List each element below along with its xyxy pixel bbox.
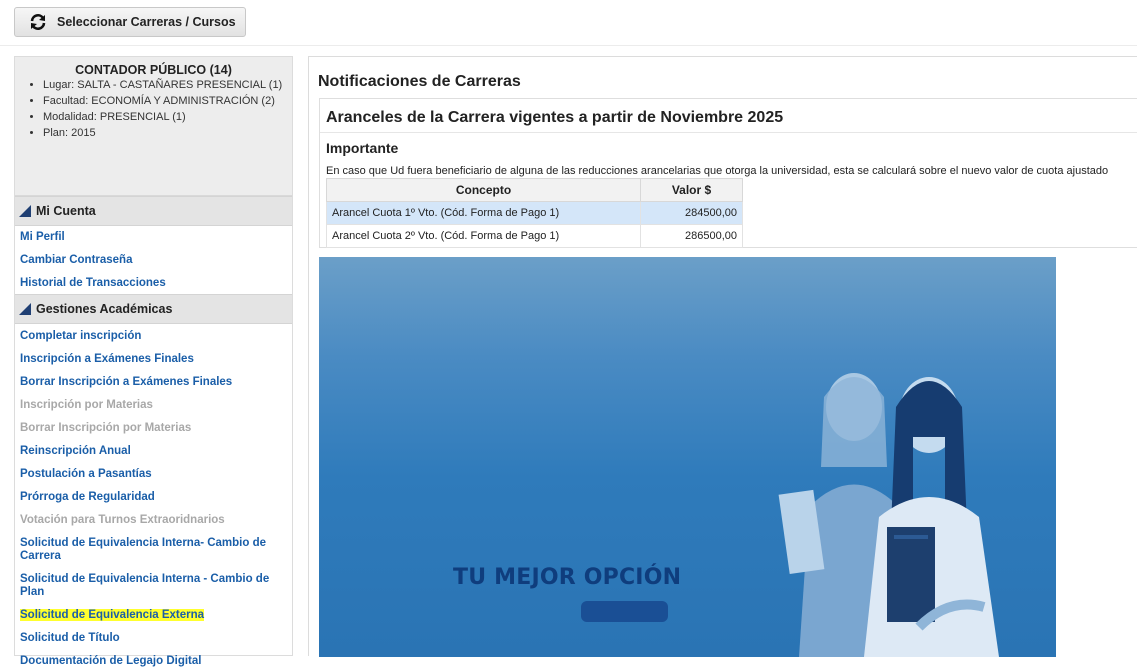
section-mi-cuenta[interactable]: Mi Cuenta	[15, 196, 292, 226]
section-gestiones-label: Gestiones Académicas	[36, 302, 173, 316]
sidebar-item-equivalencia-interna-carrera[interactable]: Solicitud de Equivalencia Interna- Cambi…	[15, 537, 292, 563]
table-cell-valor: 286500,00	[640, 224, 743, 248]
select-careers-label: Seleccionar Carreras / Cursos	[57, 15, 236, 29]
career-summary: CONTADOR PÚBLICO (14) Lugar: SALTA - CAS…	[15, 57, 292, 196]
main-content: Notificaciones de Carreras Aranceles de …	[308, 56, 1137, 657]
sidebar-item-borrar-inscripcion-examenes[interactable]: Borrar Inscripción a Exámenes Finales	[15, 376, 292, 389]
table-header-row: Concepto Valor $	[326, 178, 743, 202]
table-cell-valor: 284500,00	[640, 201, 743, 225]
column-header-concepto: Concepto	[326, 178, 641, 202]
sidebar-item-prorroga-regularidad[interactable]: Prórroga de Regularidad	[15, 491, 292, 504]
sidebar-item-historial[interactable]: Historial de Transacciones	[15, 277, 292, 290]
refresh-icon	[29, 13, 47, 31]
sidebar-item-equivalencia-interna-plan[interactable]: Solicitud de Equivalencia Interna - Camb…	[15, 573, 292, 599]
column-header-valor: Valor $	[640, 178, 743, 202]
collapse-triangle-icon	[19, 205, 31, 217]
section-gestiones-academicas[interactable]: Gestiones Académicas	[15, 294, 292, 324]
collapse-triangle-icon	[19, 303, 31, 315]
sidebar-item-cambiar-contrasena[interactable]: Cambiar Contraseña	[15, 254, 292, 267]
sidebar-item-reinscripcion-anual[interactable]: Reinscripción Anual	[15, 445, 292, 458]
notification-divider	[320, 132, 1137, 133]
table-row[interactable]: Arancel Cuota 1º Vto. (Cód. Forma de Pag…	[326, 201, 743, 225]
career-detail-facultad: Facultad: ECONOMÍA Y ADMINISTRACIÓN (2)	[43, 95, 284, 107]
sidebar-item-inscripcion-materias: Inscripción por Materias	[20, 399, 153, 411]
sidebar-item-votacion-turnos: Votación para Turnos Extraoridnarios	[20, 514, 225, 526]
table-row[interactable]: Arancel Cuota 2º Vto. (Cód. Forma de Pag…	[326, 224, 743, 248]
sidebar: CONTADOR PÚBLICO (14) Lugar: SALTA - CAS…	[14, 56, 293, 667]
sidebar-item-mi-perfil[interactable]: Mi Perfil	[15, 231, 292, 244]
sidebar-item-postulacion-pasantias[interactable]: Postulación a Pasantías	[15, 468, 292, 481]
career-detail-lugar: Lugar: SALTA - CASTAÑARES PRESENCIAL (1)	[43, 79, 284, 91]
sidebar-item-completar-inscripcion[interactable]: Completar inscripción	[15, 330, 292, 343]
notice-text: En caso que Ud fuera beneficiario de alg…	[326, 165, 1109, 177]
sidebar-item-legajo-digital[interactable]: Documentación de Legajo Digital	[15, 655, 292, 668]
sidebar-item-borrar-inscripcion-materias: Borrar Inscripción por Materias	[20, 422, 192, 434]
section-mi-cuenta-label: Mi Cuenta	[36, 204, 96, 218]
fees-table: Concepto Valor $ Arancel Cuota 1º Vto. (…	[326, 178, 743, 248]
table-cell-concepto: Arancel Cuota 1º Vto. (Cód. Forma de Pag…	[326, 201, 641, 225]
table-cell-concepto: Arancel Cuota 2º Vto. (Cód. Forma de Pag…	[326, 224, 641, 248]
page-title: Notificaciones de Carreras	[318, 73, 521, 90]
header-divider	[0, 45, 1137, 46]
banner-headline: TU MEJOR OPCIÓN	[453, 565, 682, 590]
sidebar-item-equivalencia-externa[interactable]: Solicitud de Equivalencia Externa	[15, 609, 292, 622]
career-title: CONTADOR PÚBLICO (14)	[75, 63, 232, 77]
banner-cta-button[interactable]	[581, 601, 668, 622]
sidebar-item-inscripcion-examenes[interactable]: Inscripción a Exámenes Finales	[15, 353, 292, 366]
promo-banner[interactable]: TU MEJOR OPCIÓN	[319, 257, 1056, 657]
students-photo	[778, 373, 999, 657]
sidebar-item-equivalencia-externa-label: Solicitud de Equivalencia Externa	[20, 609, 205, 621]
career-detail-plan: Plan: 2015	[43, 127, 284, 139]
important-heading: Importante	[326, 140, 399, 156]
career-detail-modalidad: Modalidad: PRESENCIAL (1)	[43, 111, 284, 123]
select-careers-button[interactable]: Seleccionar Carreras / Cursos	[14, 7, 246, 37]
sidebar-item-solicitud-titulo[interactable]: Solicitud de Título	[15, 632, 292, 645]
notification-panel: Aranceles de la Carrera vigentes a parti…	[319, 98, 1137, 248]
notification-title: Aranceles de la Carrera vigentes a parti…	[326, 109, 784, 126]
career-details: Lugar: SALTA - CASTAÑARES PRESENCIAL (1)…	[23, 79, 284, 139]
